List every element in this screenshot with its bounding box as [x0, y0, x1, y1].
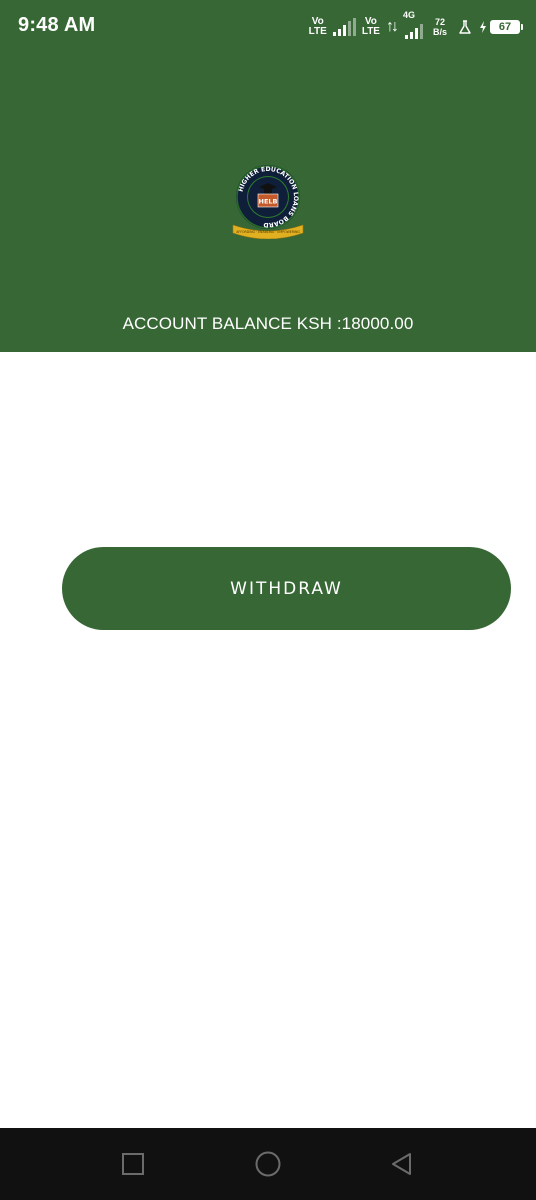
- recent-apps-icon[interactable]: [119, 1150, 147, 1178]
- withdraw-button[interactable]: WITHDRAW: [62, 547, 511, 630]
- signal-icon: [332, 18, 356, 36]
- back-icon[interactable]: [388, 1150, 416, 1178]
- battery-icon: 67: [479, 20, 523, 34]
- navigation-bar: [0, 1128, 536, 1200]
- volte-icon: Vo LTE: [361, 16, 380, 37]
- volte-icon: Vo LTE: [308, 16, 327, 37]
- network-speed: 72 B/s: [432, 17, 447, 37]
- data-transfer-icon: ↑↓: [385, 18, 399, 35]
- flask-icon: [459, 20, 471, 34]
- svg-text:AFFORDING · ENABLING · EMPOWER: AFFORDING · ENABLING · EMPOWERING: [236, 230, 300, 234]
- status-icons: Vo LTE Vo LTE ↑↓ 4G 72 B/s 67: [308, 10, 523, 40]
- home-icon[interactable]: [254, 1150, 282, 1178]
- status-time: 9:48 AM: [18, 14, 96, 36]
- battery-level: 67: [490, 20, 523, 34]
- helb-logo: HIGHER EDUCATION LOANS BOARD HELB AFFORD…: [232, 165, 304, 239]
- account-balance: ACCOUNT BALANCE KSH :18000.00: [122, 314, 414, 333]
- screen: 9:48 AM Vo LTE Vo LTE ↑↓ 4G 72 B/s 67 HI…: [0, 0, 536, 1200]
- svg-text:HELB: HELB: [259, 198, 278, 206]
- signal-4g-icon: 4G: [403, 10, 423, 39]
- status-bar: 9:48 AM Vo LTE Vo LTE ↑↓ 4G 72 B/s 67: [0, 0, 536, 56]
- header: 9:48 AM Vo LTE Vo LTE ↑↓ 4G 72 B/s 67 HI…: [0, 0, 536, 352]
